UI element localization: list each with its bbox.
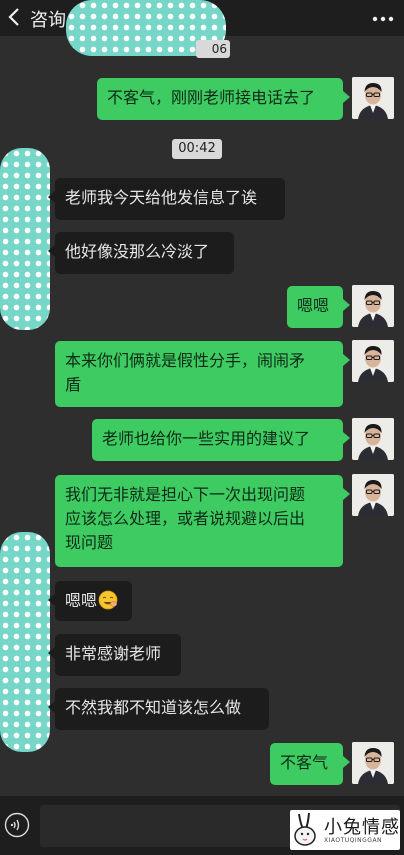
message-sent[interactable]: 我们无非就是担心下一次出现问题 应该怎么处理，或者说规避以后出 现问题	[55, 475, 350, 567]
message-text-line: 应该怎么处理，或者说规避以后出	[65, 509, 306, 528]
message-sent[interactable]: 本来你们俩就是假性分手，闹闹矛 盾	[55, 341, 350, 407]
chat-header: 咨询	[0, 0, 404, 56]
message-text: 不客气，刚刚老师接电话去了	[107, 88, 316, 107]
message-sent[interactable]: 不客气，刚刚老师接电话去了	[97, 78, 350, 120]
message-text: 嗯嗯	[297, 296, 330, 315]
avatar[interactable]	[352, 77, 394, 119]
message-text: 不客气	[280, 753, 329, 772]
message-text-line: 现问题	[65, 533, 114, 552]
message-received[interactable]: 他好像没那么冷淡了	[48, 232, 234, 274]
teacher-avatar-icon	[352, 742, 394, 784]
message-text-line: 本来你们俩就是假性分手，闹闹矛	[65, 351, 306, 370]
blurred-avatar	[0, 148, 50, 330]
more-dots-icon[interactable]	[372, 16, 394, 22]
message-sent[interactable]: 老师也给你一些实用的建议了	[92, 419, 350, 461]
timestamp-mid: 00:42	[172, 139, 222, 159]
teacher-avatar-icon	[352, 418, 394, 460]
blurred-avatar	[0, 532, 50, 752]
message-received[interactable]: 非常感谢老师	[48, 634, 181, 676]
avatar[interactable]	[352, 418, 394, 460]
avatar[interactable]	[352, 474, 394, 516]
teacher-avatar-icon	[352, 77, 394, 119]
message-sent[interactable]: 不客气	[270, 743, 350, 785]
message-text-line: 我们无非就是担心下一次出现问题	[65, 485, 306, 504]
message-text: 不然我都不知道该怎么做	[65, 698, 242, 717]
message-received[interactable]: 嗯嗯	[48, 581, 132, 621]
teacher-avatar-icon	[352, 285, 394, 327]
avatar[interactable]	[352, 742, 394, 784]
message-text: 嗯嗯	[65, 591, 98, 610]
message-sent[interactable]: 嗯嗯	[287, 286, 350, 328]
teacher-avatar-icon	[352, 340, 394, 382]
avatar[interactable]	[352, 285, 394, 327]
message-received[interactable]: 老师我今天给他发信息了诶	[48, 178, 285, 220]
message-text: 非常感谢老师	[65, 644, 162, 663]
message-text: 他好像没那么冷淡了	[65, 242, 210, 261]
message-text-line: 盾	[65, 375, 82, 394]
message-received[interactable]: 不然我都不知道该怎么做	[48, 688, 269, 730]
message-text: 老师也给你一些实用的建议了	[102, 429, 311, 448]
watermark-text: 小兔情感	[324, 817, 400, 838]
avatar[interactable]	[352, 340, 394, 382]
teacher-avatar-icon	[352, 474, 394, 516]
voice-input-icon[interactable]	[4, 812, 30, 838]
watermark-logo: 小兔情感 XIAOTUQINGGAN	[290, 810, 400, 850]
message-text: 老师我今天给他发信息了诶	[65, 188, 258, 207]
watermark-subtext: XIAOTUQINGGAN	[324, 837, 383, 844]
emoji-face-icon	[98, 590, 118, 610]
back-arrow-icon[interactable]	[6, 6, 24, 28]
chat-title: 咨询	[30, 10, 66, 31]
rabbit-logo-icon	[294, 812, 316, 846]
timestamp-top: 06	[196, 40, 230, 58]
